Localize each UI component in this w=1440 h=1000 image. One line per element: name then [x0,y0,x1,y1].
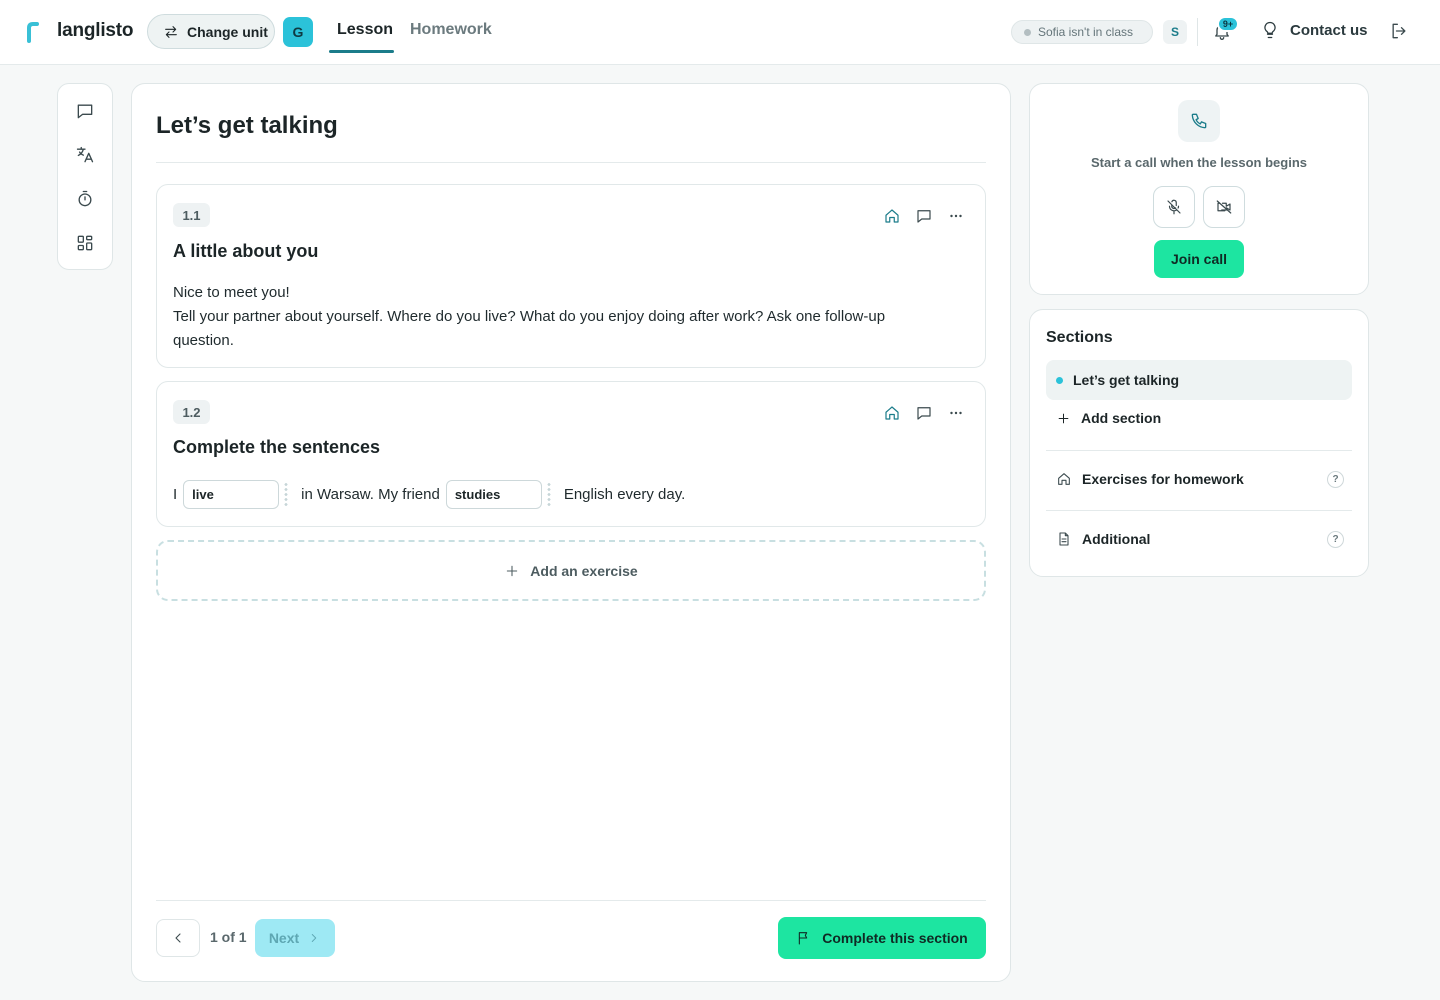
divider [156,900,986,901]
exercise-number: 1.2 [173,400,210,424]
exercise-card: 1.2 Complete the sentences I in Warsaw. … [156,381,986,527]
sections-title: Sections [1046,329,1113,346]
active-section-dot [1056,376,1063,384]
section-item-label: Let’s get talking [1073,372,1180,388]
translate-icon[interactable] [75,145,97,167]
student-status-badge: Sofia isn't in class [1011,20,1153,44]
page-indicator: 1 of 1 [210,929,247,945]
previous-button[interactable] [156,919,200,957]
apps-icon[interactable] [75,233,97,255]
additional-item[interactable]: Additional ? [1056,530,1344,548]
mic-off-button[interactable] [1153,186,1195,228]
gap-input[interactable] [183,480,280,509]
add-exercise-label: Add an exercise [530,562,638,579]
call-hint: Start a call when the lesson begins [1090,155,1307,170]
mic-off-icon [1165,198,1183,216]
timer-icon[interactable] [75,189,97,211]
tab-homework[interactable]: Homework [410,21,492,39]
logo-icon [26,21,40,43]
chevron-left-icon [170,930,186,946]
avatar[interactable]: S [1163,20,1187,44]
top-bar: langlisto Change unit G Lesson Homework … [0,0,1440,65]
tool-sidebar [57,83,113,270]
add-exercise-button[interactable]: Add an exercise [156,540,986,601]
exercise-line: Nice to meet you! [173,284,290,301]
add-section-label: Add section [1081,410,1162,426]
sentence-text: English every day. [563,486,686,503]
comment-icon[interactable] [915,404,933,422]
exercise-number: 1.1 [173,203,210,227]
divider [156,162,986,163]
student-status-text: Sofia isn't in class [1038,25,1133,39]
complete-section-label: Complete this section [822,930,968,946]
drag-handle-icon[interactable] [545,481,552,508]
help-icon[interactable]: ? [1327,470,1344,488]
home-icon [1056,471,1072,487]
chevron-right-icon [307,931,321,945]
change-unit-label: Change unit [187,23,268,40]
notification-badge: 9+ [1217,16,1239,32]
exercise-line: Tell your partner about yourself. Where … [173,308,886,349]
camera-off-button[interactable] [1203,186,1245,228]
more-icon[interactable] [947,404,965,422]
home-icon[interactable] [883,404,901,422]
header-divider [1197,18,1198,46]
exercise-title: Complete the sentences [173,437,381,457]
section-item[interactable]: Let’s get talking [1046,360,1352,400]
comment-icon[interactable] [915,207,933,225]
group-badge[interactable]: G [283,17,313,47]
home-icon[interactable] [883,207,901,225]
exercise-actions [883,404,965,422]
phone-icon [1178,100,1220,142]
divider [1046,510,1352,511]
swap-arrows-icon [163,24,179,40]
section-item-label: Additional [1082,531,1151,547]
more-icon[interactable] [947,207,965,225]
logout-icon[interactable] [1389,21,1411,43]
complete-section-button[interactable]: Complete this section [778,917,986,959]
section-item-label: Exercises for homework [1082,471,1244,487]
help-icon[interactable]: ? [1327,530,1344,548]
page-title: Let’s get talking [156,112,338,139]
lightbulb-icon [1260,20,1280,40]
gap-input[interactable] [445,480,542,509]
document-icon [1056,531,1072,547]
sentence-text: in Warsaw. My friend [301,486,440,503]
brand-name: langlisto [57,20,134,41]
active-tab-indicator [329,50,394,53]
chat-icon[interactable] [75,101,97,123]
sentence-text: I [173,486,178,503]
call-panel: Start a call when the lesson begins Join… [1029,83,1369,295]
contact-us-label: Contact us [1290,21,1368,39]
plus-icon [504,563,520,579]
divider [1046,450,1352,451]
status-dot [1024,28,1031,36]
next-label: Next [268,930,300,946]
exercise-text: Nice to meet you! Tell your partner abou… [173,281,933,353]
next-button[interactable]: Next [255,919,335,957]
lesson-panel: Let’s get talking 1.1 A little about you… [131,83,1011,982]
exercise-card: 1.1 A little about you Nice to meet you!… [156,184,986,368]
camera-off-icon [1215,198,1233,216]
drag-handle-icon[interactable] [283,481,290,508]
join-call-button[interactable]: Join call [1154,240,1244,278]
sections-panel: Sections Let’s get talking Add section E… [1029,309,1369,577]
exercise-actions [883,207,965,225]
plus-icon [1056,411,1071,426]
change-unit-button[interactable]: Change unit [147,14,275,49]
flag-icon [796,930,812,946]
gap-fill-sentence: I in Warsaw. My friend English every day… [173,480,685,509]
homework-exercises-item[interactable]: Exercises for homework ? [1056,470,1344,488]
exercise-title: A little about you [173,241,319,261]
add-section-button[interactable]: Add section [1056,410,1161,426]
contact-us-button[interactable]: Contact us [1260,20,1368,40]
tab-lesson[interactable]: Lesson [337,21,393,39]
